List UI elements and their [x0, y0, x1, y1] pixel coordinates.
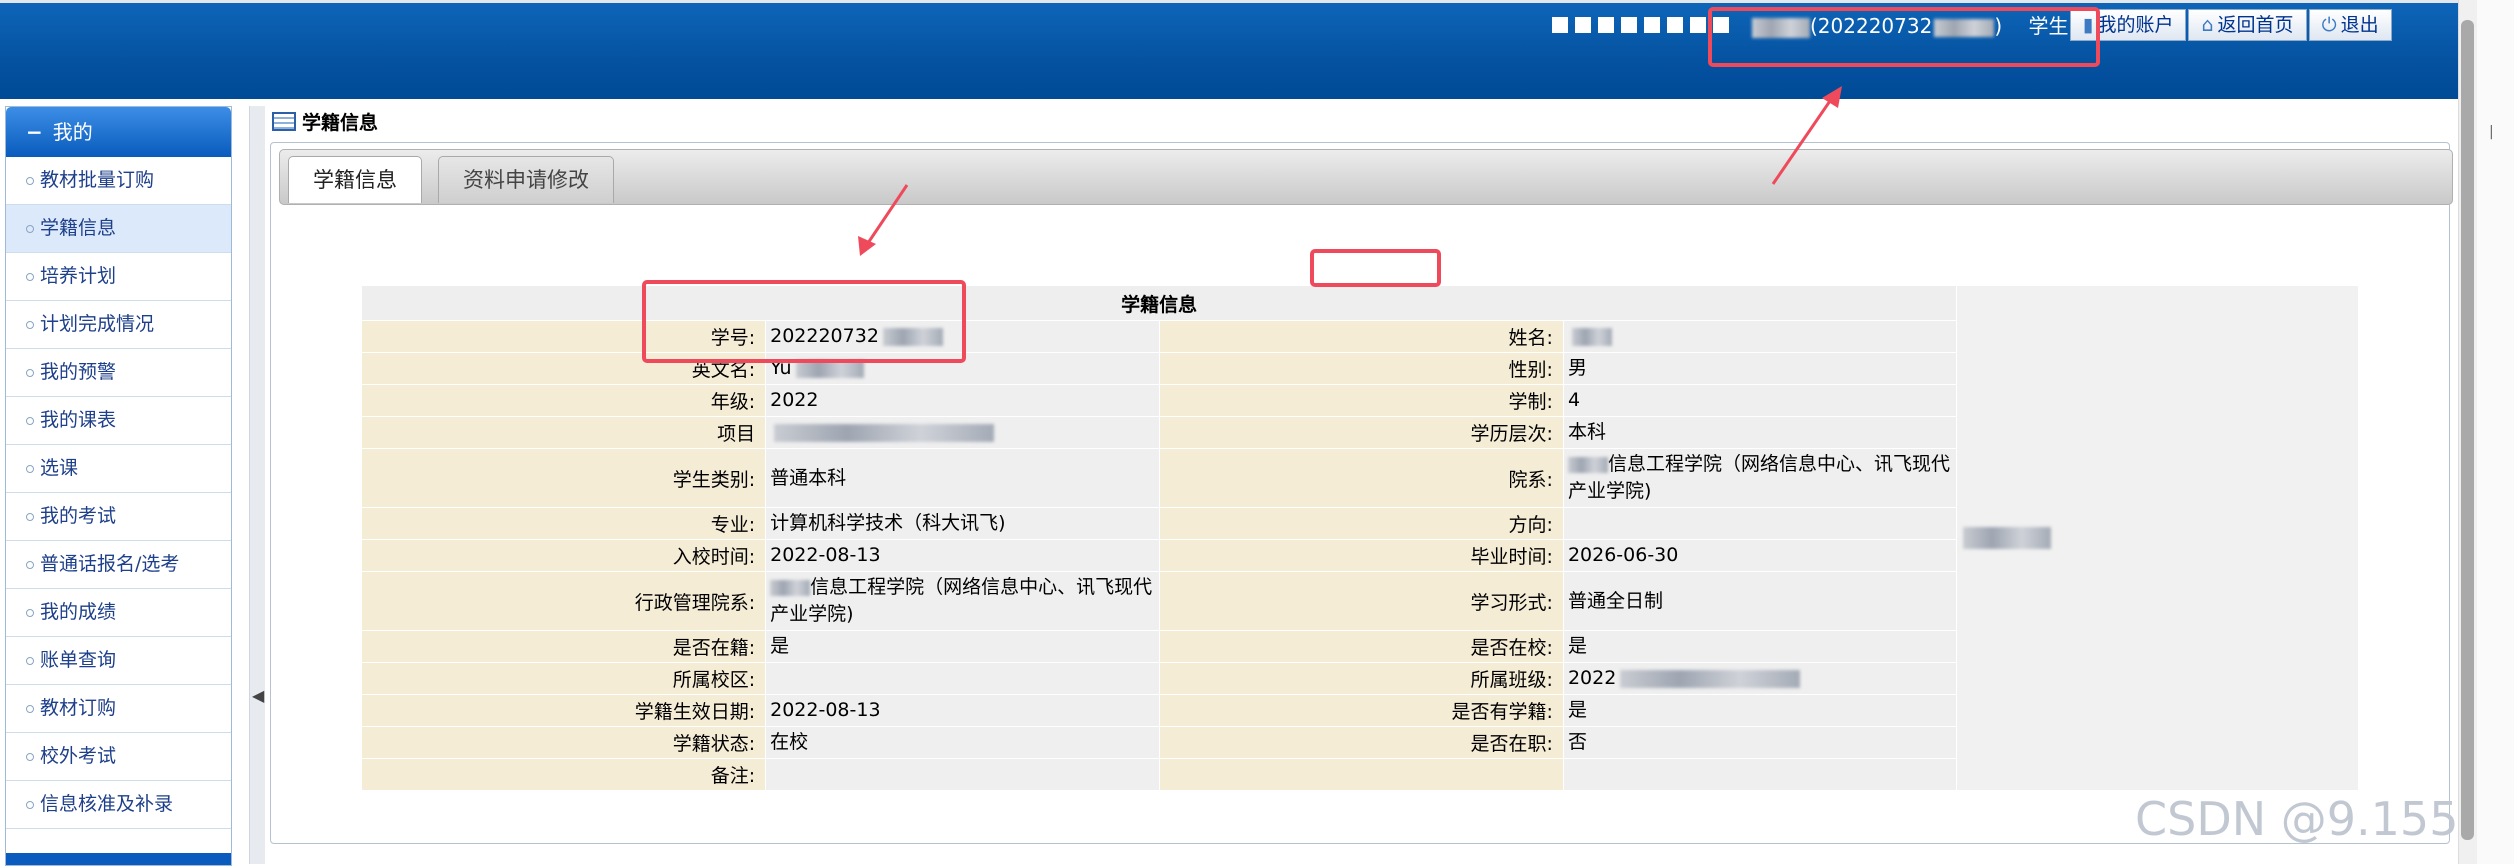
side-pane: | [2477, 0, 2514, 864]
vertical-scrollbar[interactable] [2458, 0, 2477, 864]
annotation-arrow-1 [864, 184, 909, 247]
annotation-arrows [858, 86, 1842, 256]
annotation-arrow-2 [1771, 97, 1834, 185]
scrollbar-thumb[interactable] [2461, 20, 2474, 840]
